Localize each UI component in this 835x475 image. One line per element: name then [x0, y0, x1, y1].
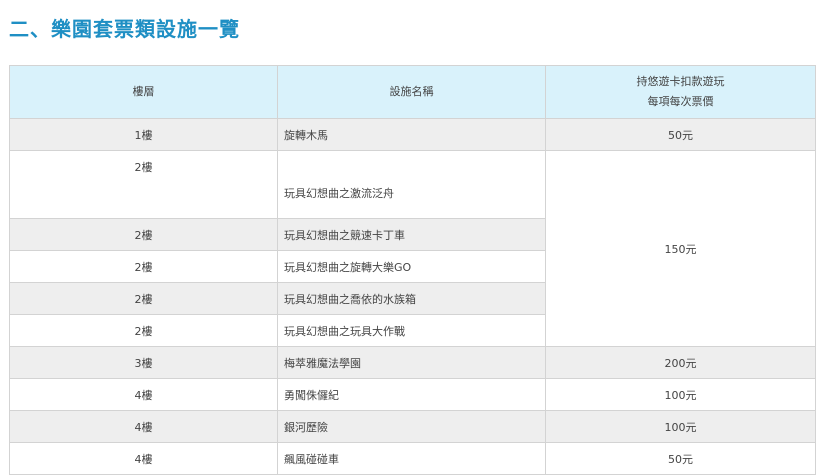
header-price: 持悠遊卡扣款遊玩 每項每次票價 — [545, 65, 816, 119]
table-row: 2樓 玩具幻想曲之激流泛舟 150元 — [9, 150, 816, 347]
facility-name-cell: 梅萃雅魔法學園 — [277, 346, 546, 379]
facility-name-cell: 旋轉木馬 — [277, 118, 546, 151]
price-cell: 100元 — [545, 410, 816, 443]
header-price-line1: 持悠遊卡扣款遊玩 — [636, 75, 725, 88]
table-row: 3樓 梅萃雅魔法學園 200元 — [9, 346, 816, 379]
floor-cell: 2樓 — [9, 150, 278, 219]
floor-cell: 1樓 — [9, 118, 278, 151]
facility-name-cell: 勇闖侏儸紀 — [277, 378, 546, 411]
floor-cell: 2樓 — [9, 282, 278, 315]
facility-name-cell: 玩具幻想曲之玩具大作戰 — [277, 314, 546, 347]
facility-table: 樓層 設施名稱 持悠遊卡扣款遊玩 每項每次票價 1樓 旋轉木馬 50元 2樓 玩… — [9, 65, 816, 475]
header-price-line2: 每項每次票價 — [647, 95, 714, 108]
facility-name-cell: 玩具幻想曲之競速卡丁車 — [277, 218, 546, 251]
facility-name-cell: 銀河歷險 — [277, 410, 546, 443]
floor-cell: 3樓 — [9, 346, 278, 379]
table-row: 4樓 飆風碰碰車 50元 — [9, 442, 816, 475]
table-row: 4樓 銀河歷險 100元 — [9, 410, 816, 443]
price-cell: 50元 — [545, 118, 816, 151]
floor-cell: 2樓 — [9, 314, 278, 347]
facility-name-cell: 飆風碰碰車 — [277, 442, 546, 475]
facility-name-cell: 玩具幻想曲之旋轉大樂GO — [277, 250, 546, 283]
table-header-row: 樓層 設施名稱 持悠遊卡扣款遊玩 每項每次票價 — [9, 65, 816, 119]
price-cell: 50元 — [545, 442, 816, 475]
header-facility: 設施名稱 — [277, 65, 546, 119]
table-row: 4樓 勇闖侏儸紀 100元 — [9, 378, 816, 411]
floor-cell: 2樓 — [9, 250, 278, 283]
section-title: 二、樂園套票類設施一覽 — [9, 17, 240, 41]
table-row: 1樓 旋轉木馬 50元 — [9, 118, 816, 151]
floor-cell: 4樓 — [9, 410, 278, 443]
floor-cell: 2樓 — [9, 218, 278, 251]
facility-name-cell: 玩具幻想曲之喬依的水族箱 — [277, 282, 546, 315]
shared-price-cell: 150元 — [545, 150, 816, 347]
price-cell: 100元 — [545, 378, 816, 411]
facility-name-cell: 玩具幻想曲之激流泛舟 — [277, 150, 546, 219]
price-cell: 200元 — [545, 346, 816, 379]
floor-cell: 4樓 — [9, 442, 278, 475]
floor-cell: 4樓 — [9, 378, 278, 411]
header-floor: 樓層 — [9, 65, 278, 119]
